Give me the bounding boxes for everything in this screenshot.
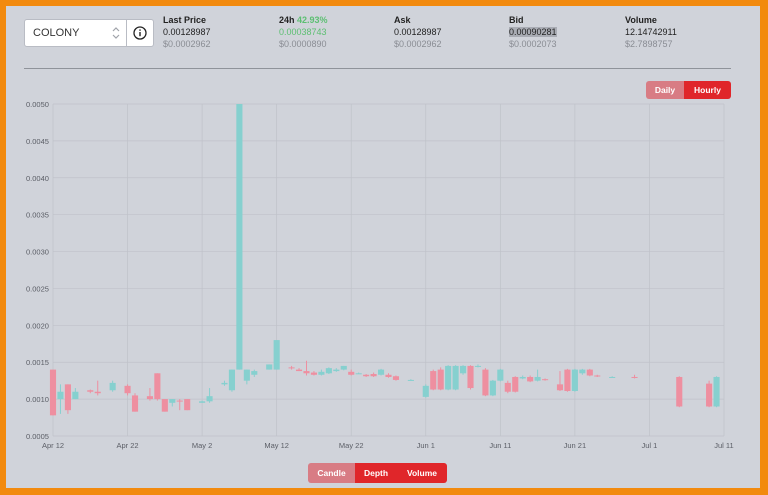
candle-body: [348, 371, 355, 375]
candle-body: [534, 376, 541, 381]
candle-body: [124, 385, 131, 394]
y-tick-label: 0.0050: [26, 100, 49, 109]
candle-body: [266, 364, 273, 370]
candle-body: [452, 365, 459, 390]
candle-body: [474, 365, 482, 367]
candle-body: [519, 376, 526, 379]
y-tick-label: 0.0045: [26, 137, 49, 146]
candle-body: [251, 371, 258, 375]
x-tick-label: May 2: [192, 441, 212, 450]
y-tick-label: 0.0010: [26, 395, 49, 404]
y-tick-label: 0.0025: [26, 284, 49, 293]
candle-body: [631, 376, 638, 378]
candle-body: [176, 400, 183, 402]
candle-body: [310, 372, 318, 375]
y-tick-label: 0.0015: [26, 358, 49, 367]
candle-body: [571, 369, 578, 391]
candle-body: [579, 369, 586, 374]
candle-body: [564, 369, 571, 391]
candle-body: [64, 384, 71, 411]
volume-button[interactable]: Volume: [397, 463, 447, 483]
candle-body: [131, 395, 139, 412]
candle-body: [295, 369, 303, 372]
x-tick-label: Apr 22: [117, 441, 139, 450]
candle-body: [154, 373, 161, 400]
candle-body: [288, 367, 295, 369]
x-tick-label: Jun 21: [564, 441, 587, 450]
candle-button[interactable]: Candle: [308, 463, 355, 483]
candle-body: [363, 374, 370, 377]
candle-body: [57, 391, 64, 400]
candle-body: [437, 369, 444, 390]
candle-body: [87, 390, 94, 392]
candle-body: [273, 340, 280, 370]
candle-body: [586, 369, 593, 376]
candle-body: [318, 371, 325, 375]
candle-body: [228, 369, 235, 391]
candle-body: [206, 396, 213, 402]
x-tick-label: Jun 11: [489, 441, 511, 450]
candle-body: [355, 373, 362, 375]
candle-body: [422, 385, 429, 397]
candle-body: [676, 376, 683, 407]
y-tick-label: 0.0040: [26, 174, 49, 183]
y-tick-label: 0.0035: [26, 211, 49, 220]
candle-body: [467, 365, 474, 389]
candle-body: [504, 382, 511, 392]
candle-body: [333, 369, 340, 372]
candle-body: [556, 384, 564, 391]
x-tick-label: Apr 12: [42, 441, 64, 450]
x-tick-label: May 12: [264, 441, 289, 450]
candle-body: [94, 391, 101, 394]
x-tick-label: Jul 1: [642, 441, 658, 450]
candle-body: [199, 401, 206, 403]
candle-body: [325, 368, 332, 374]
y-tick-label: 0.0020: [26, 321, 49, 330]
candle-body: [303, 371, 310, 374]
candle-body: [542, 379, 549, 381]
candle-body: [392, 376, 400, 380]
candle-body: [407, 379, 414, 381]
candle-body: [713, 376, 720, 407]
candle-body: [385, 374, 392, 377]
depth-button[interactable]: Depth: [355, 463, 397, 483]
x-tick-label: Jul 11: [714, 441, 733, 450]
candle-body: [482, 369, 489, 396]
x-tick-label: Jun 1: [417, 441, 435, 450]
candle-body: [161, 399, 168, 412]
candle-body: [146, 396, 153, 400]
exchange-panel: COLONY Last Price 0.00128987 $0.0002962 …: [6, 6, 760, 488]
candle-body: [527, 376, 534, 382]
candlestick-chart[interactable]: 0.0005 0.0010 0.0015 0.0020 0.0025 0.0030 0.00…: [6, 6, 760, 456]
candle-body: [445, 365, 452, 390]
candle-body: [609, 376, 616, 378]
candle-body: [706, 383, 713, 407]
candle-body: [221, 382, 228, 385]
candle-body: [370, 374, 377, 377]
candle-body: [512, 376, 519, 392]
candle-body: [497, 369, 504, 381]
candle-body: [377, 369, 385, 375]
y-tick-label: 0.0005: [26, 432, 49, 441]
candle-body: [72, 391, 79, 400]
candle-body: [109, 382, 116, 391]
candle-body: [340, 365, 347, 370]
x-tick-label: May 22: [339, 441, 364, 450]
candle-body: [49, 369, 57, 416]
candle-body: [236, 104, 243, 370]
candle-body: [243, 369, 250, 381]
candle-body: [169, 399, 176, 403]
candle-body: [594, 375, 601, 377]
y-tick-label: 0.0030: [26, 248, 49, 257]
candle-body: [184, 399, 191, 411]
candle-body: [430, 371, 437, 390]
candle-body: [459, 365, 467, 374]
candle-body: [489, 380, 496, 396]
